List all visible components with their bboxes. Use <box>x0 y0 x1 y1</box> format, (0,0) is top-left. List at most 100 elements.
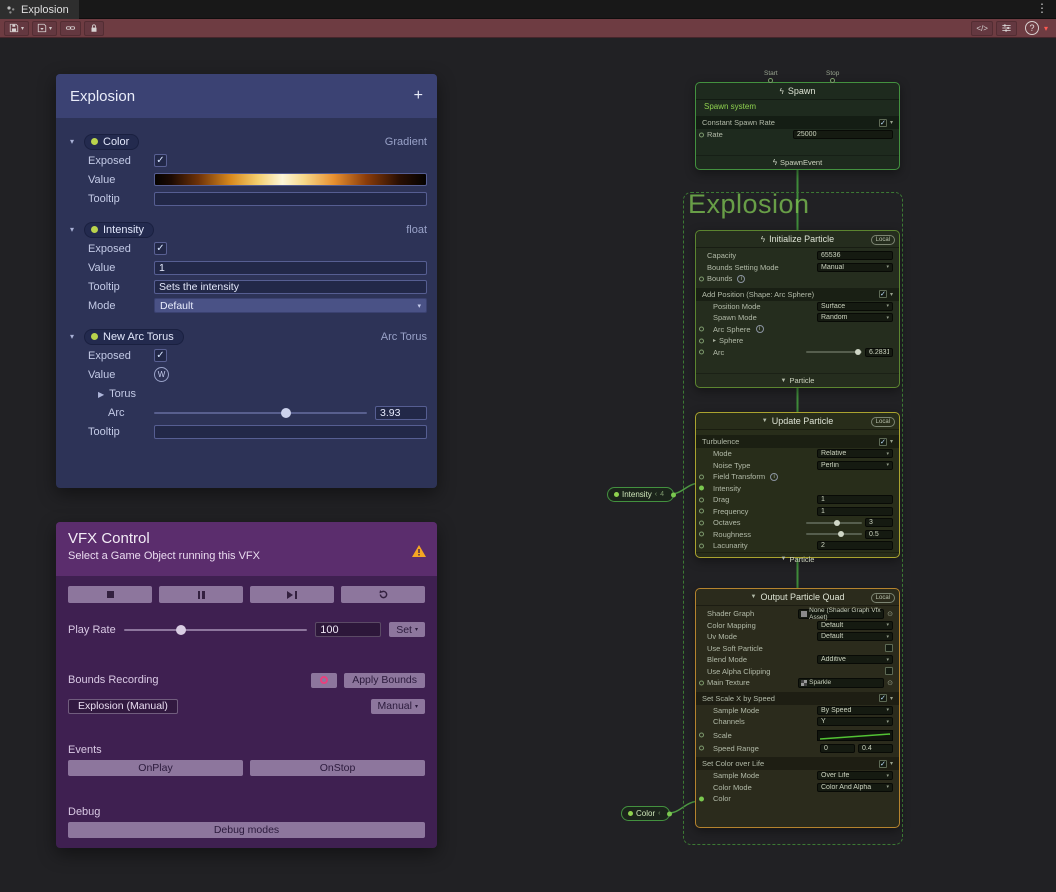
show-code-button[interactable]: </> <box>971 21 993 36</box>
section-checkbox[interactable]: ✓ <box>879 760 887 768</box>
stop-flow-port[interactable]: Stop <box>826 70 839 83</box>
row-input[interactable]: 1 <box>817 495 893 504</box>
node-title[interactable]: ▼ Output Particle Quad Local <box>696 589 899 606</box>
compile-warning-dropdown[interactable]: ▾ <box>1044 24 1048 33</box>
node-section-set-scale-x-by-speed[interactable]: Set Scale X by Speed✓▾ <box>696 692 899 705</box>
parameter-node-color[interactable]: Color ‹ <box>621 806 670 821</box>
output-port[interactable] <box>667 811 672 816</box>
blackboard-panel[interactable]: Explosion + ▾ Color Gradient Exposed ✓ V… <box>56 74 437 488</box>
input-port[interactable] <box>699 680 704 685</box>
node-title[interactable]: ϟ Initialize Particle Local <box>696 231 899 248</box>
slider-value-input[interactable]: 3 <box>865 518 893 527</box>
input-port[interactable] <box>699 474 704 479</box>
collapse-icon[interactable]: ‹ <box>658 810 660 817</box>
restart-button[interactable] <box>341 586 425 603</box>
value-input[interactable]: 1 <box>154 261 427 275</box>
node-section-add-position-shape-arc-sphere[interactable]: Add Position (Shape: Arc Sphere)✓▾ <box>696 288 899 301</box>
input-port[interactable] <box>699 509 704 514</box>
row-dropdown[interactable]: Relative▾ <box>817 449 893 458</box>
range-min-input[interactable]: 0 <box>820 744 855 753</box>
tooltip-input[interactable] <box>154 192 427 206</box>
collapse-icon[interactable]: ▾ <box>890 438 893 445</box>
slider-handle[interactable] <box>855 349 861 355</box>
object-picker-icon[interactable]: ⊙ <box>887 679 893 687</box>
world-space-badge[interactable]: W <box>154 367 169 382</box>
rate-input[interactable]: 25000 <box>793 130 893 139</box>
blackboard-header[interactable]: Explosion + <box>56 74 437 118</box>
object-picker-icon[interactable]: ⊙ <box>887 610 893 618</box>
row-input[interactable]: 1 <box>817 507 893 516</box>
range-max-input[interactable]: 0.4 <box>858 744 893 753</box>
mode-dropdown[interactable]: Default ▾ <box>154 298 427 313</box>
input-port[interactable] <box>699 520 704 525</box>
particle-output-port[interactable]: ▼ Particle <box>696 552 899 566</box>
node-title[interactable]: ϟ Spawn <box>696 83 899 100</box>
row-dropdown[interactable]: Y▾ <box>817 717 893 726</box>
row-dropdown[interactable]: Manual▾ <box>817 263 893 272</box>
slider-handle[interactable] <box>834 520 840 526</box>
row-dropdown[interactable]: Surface▾ <box>817 302 893 311</box>
section-checkbox[interactable]: ✓ <box>879 694 887 702</box>
system-label[interactable]: Explosion <box>688 189 810 220</box>
bounds-mode-dropdown[interactable]: Manual ▾ <box>371 699 425 714</box>
vfx-control-header[interactable]: VFX Control Select a Game Object running… <box>56 522 437 576</box>
section-checkbox[interactable]: ✓ <box>879 290 887 298</box>
input-port[interactable] <box>699 733 704 738</box>
slider-value-input[interactable]: 6.2831 <box>865 348 893 357</box>
debug-modes-button[interactable]: Debug modes <box>68 822 425 838</box>
slider-handle[interactable] <box>838 531 844 537</box>
section-checkbox[interactable]: ✓ <box>879 119 887 127</box>
node-output-particle-quad[interactable]: ▼ Output Particle Quad Local Shader Grap… <box>695 588 900 828</box>
property-pill[interactable]: Intensity <box>84 222 154 238</box>
row-dropdown[interactable]: By Speed▾ <box>817 706 893 715</box>
foldout-icon[interactable]: ▶ <box>98 390 104 399</box>
arc-value-input[interactable]: 3.93 <box>375 406 427 420</box>
torus-foldout-row[interactable]: ▶Torus <box>56 384 437 403</box>
object-field[interactable]: None (Shader Graph Vfx Asset) <box>798 609 884 619</box>
row-slider[interactable] <box>806 522 862 524</box>
property-color[interactable]: ▾ Color Gradient <box>56 132 437 151</box>
record-bounds-button[interactable] <box>311 673 337 688</box>
collapse-icon[interactable]: ‹ <box>655 491 657 498</box>
row-checkbox[interactable] <box>885 644 893 652</box>
stop-button[interactable] <box>68 586 152 603</box>
row-dropdown[interactable]: Perlin▾ <box>817 461 893 470</box>
collapse-icon[interactable]: ▾ <box>890 119 893 126</box>
link-button[interactable] <box>60 21 81 36</box>
input-port[interactable] <box>699 497 704 502</box>
tooltip-input[interactable] <box>154 425 427 439</box>
onstop-button[interactable]: OnStop <box>250 760 425 776</box>
tab-explosion[interactable]: Explosion <box>0 0 79 19</box>
play-rate-slider[interactable] <box>124 629 308 631</box>
object-field[interactable]: Sparkle <box>798 678 884 688</box>
vfx-control-panel[interactable]: VFX Control Select a Game Object running… <box>56 522 437 848</box>
foldout-icon[interactable]: ▸ <box>713 337 716 344</box>
help-button[interactable]: ? <box>1025 21 1039 35</box>
chevron-down-icon[interactable]: ▾ <box>70 225 84 234</box>
input-port[interactable] <box>699 132 704 137</box>
slider-value-input[interactable]: 0.5 <box>865 530 893 539</box>
input-port[interactable] <box>699 532 704 537</box>
node-title[interactable]: ▼ Update Particle Local <box>696 413 899 430</box>
row-dropdown[interactable]: Default▾ <box>817 632 893 641</box>
row-checkbox[interactable] <box>885 667 893 675</box>
property-pill[interactable]: New Arc Torus <box>84 329 184 345</box>
input-port[interactable] <box>699 543 704 548</box>
section-checkbox[interactable]: ✓ <box>879 438 887 446</box>
attached-effect-button[interactable]: Explosion (Manual) <box>68 699 178 714</box>
row-dropdown[interactable]: Over Life▾ <box>817 771 893 780</box>
input-port[interactable] <box>699 327 704 332</box>
input-port[interactable] <box>699 486 704 491</box>
output-port[interactable] <box>671 492 676 497</box>
collapse-icon[interactable]: ▾ <box>890 291 893 298</box>
exposed-checkbox[interactable]: ✓ <box>154 154 167 167</box>
row-dropdown[interactable]: Additive▾ <box>817 655 893 664</box>
pause-button[interactable] <box>159 586 243 603</box>
row-dropdown[interactable]: Color And Alpha▾ <box>817 783 893 792</box>
input-port[interactable] <box>699 746 704 751</box>
graph-settings-button[interactable] <box>996 21 1017 36</box>
exposed-checkbox[interactable]: ✓ <box>154 349 167 362</box>
row-input[interactable]: 65536 <box>817 251 893 260</box>
add-property-button[interactable]: + <box>414 87 423 105</box>
slider-handle[interactable] <box>176 625 186 635</box>
